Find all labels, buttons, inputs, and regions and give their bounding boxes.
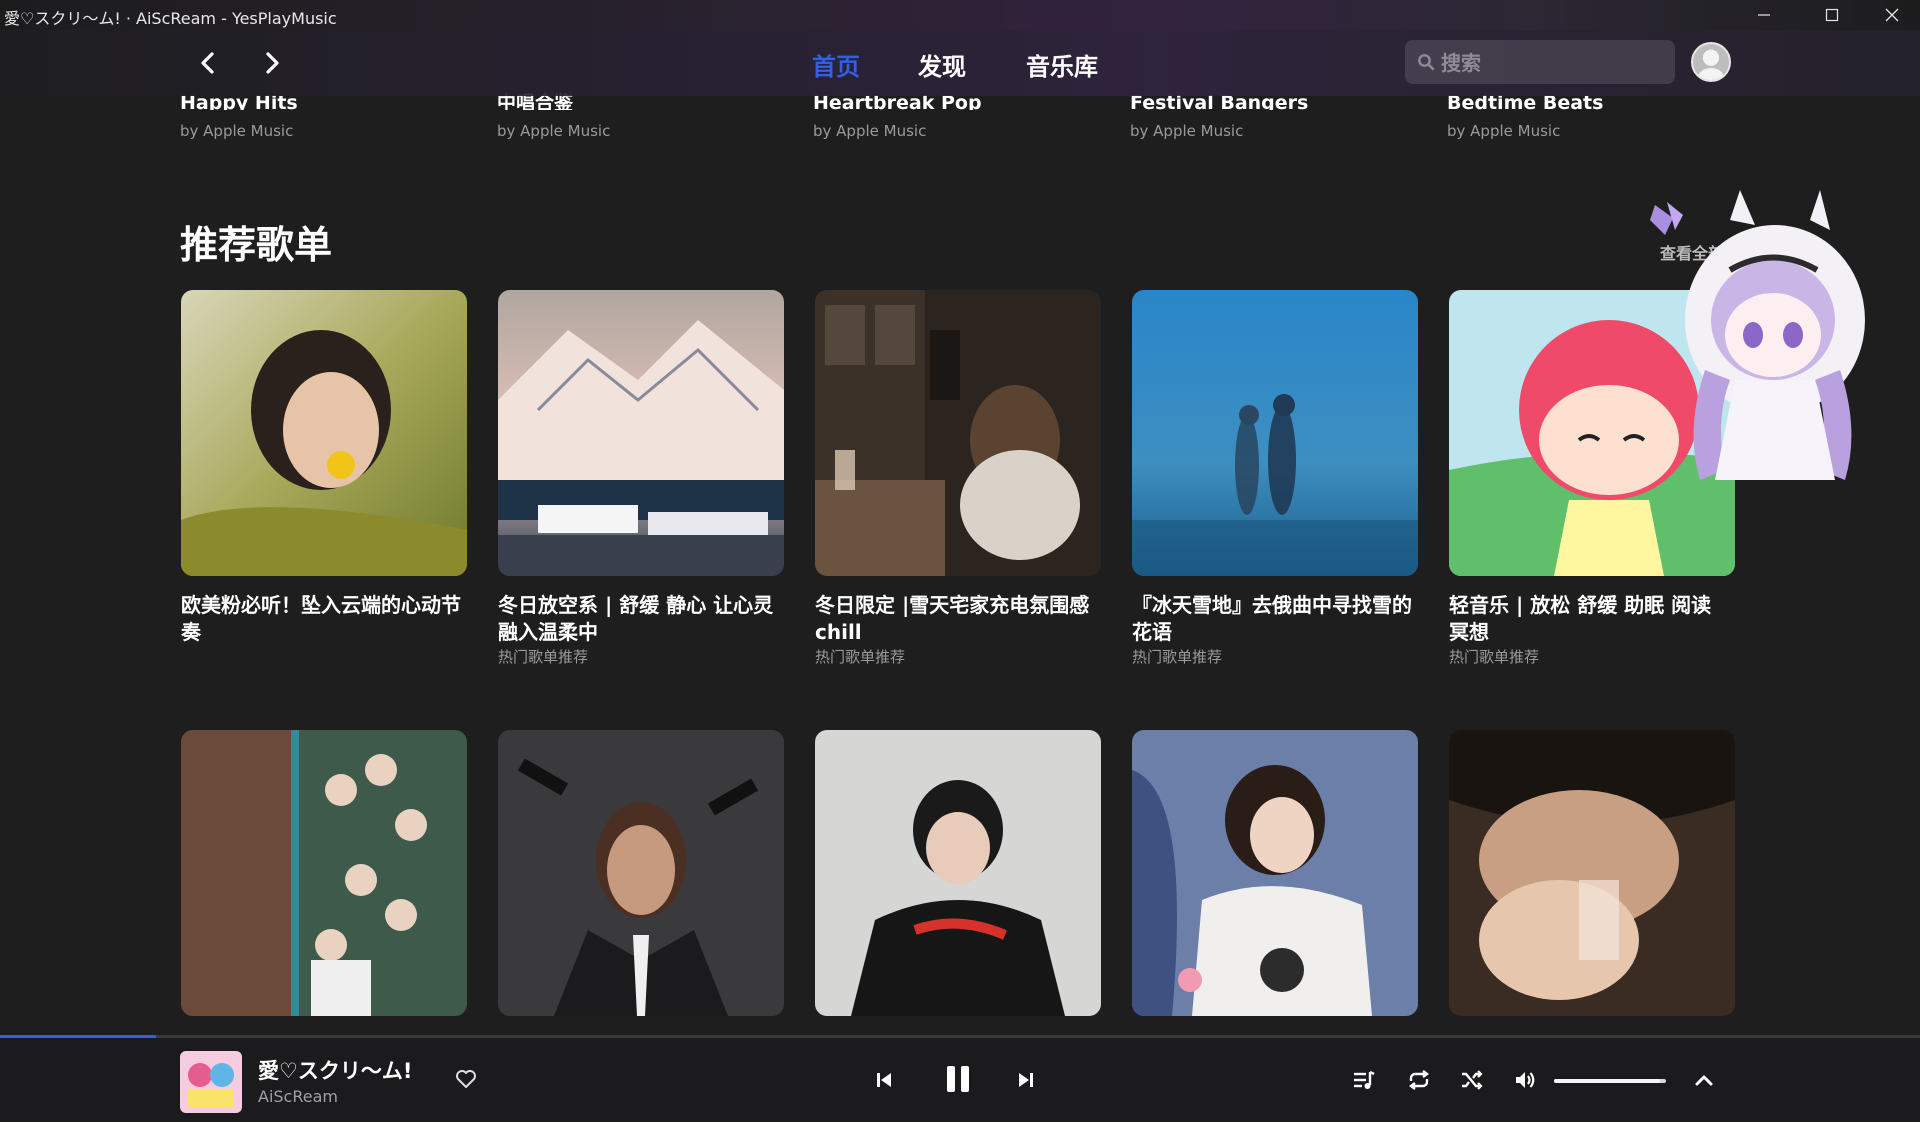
now-playing-artist[interactable]: AiScReam <box>258 1087 338 1106</box>
back-button[interactable] <box>193 48 223 78</box>
like-button[interactable] <box>455 1069 477 1093</box>
now-playing-cover-image <box>180 1051 242 1113</box>
heart-icon <box>456 1070 476 1088</box>
playlist-cover-image <box>815 290 1101 576</box>
playlist-cover[interactable] <box>181 730 467 1016</box>
playlist-subtitle: 热门歌单推荐 <box>1132 648 1223 666</box>
forward-button[interactable] <box>257 48 287 78</box>
section-title: 推荐歌单 <box>180 223 333 267</box>
tab-discover[interactable]: 发现 <box>918 47 966 82</box>
playlist-card[interactable] <box>1449 730 1735 1016</box>
playlist-title[interactable]: 冬日放空系 | 舒缓 静心 让心灵融入温柔中 <box>498 592 784 646</box>
previous-playlist-subtitle: by Apple Music <box>497 122 611 140</box>
repeat-button[interactable] <box>1405 1066 1433 1094</box>
next-track-button[interactable] <box>1009 1063 1043 1097</box>
queue-button[interactable] <box>1350 1066 1378 1094</box>
playlist-card[interactable] <box>1132 730 1418 1016</box>
volume-slider[interactable] <box>1554 1079 1666 1083</box>
shuffle-button[interactable] <box>1458 1066 1486 1094</box>
previous-playlist-subtitle: by Apple Music <box>180 122 294 140</box>
search-box[interactable] <box>1405 40 1675 84</box>
playlist-cover-image <box>815 730 1101 1016</box>
close-button[interactable] <box>1864 0 1920 30</box>
previous-playlist-item[interactable]: Heartbreak Pop by Apple Music <box>813 92 1103 140</box>
mascot-overlay[interactable] <box>1645 190 1885 490</box>
shuffle-icon <box>1462 1070 1483 1090</box>
playlist-card[interactable]: 冬日放空系 | 舒缓 静心 让心灵融入温柔中 热门歌单推荐 <box>498 290 784 667</box>
now-playing-cover[interactable] <box>180 1051 242 1113</box>
search-input[interactable] <box>1439 46 1663 80</box>
maximize-icon <box>1825 8 1839 22</box>
skip-previous-icon <box>877 1073 891 1087</box>
playlist-subtitle: 热门歌单推荐 <box>1449 648 1540 666</box>
previous-playlist-item[interactable]: Bedtime Beats by Apple Music <box>1447 92 1737 140</box>
playlist-cover[interactable] <box>815 290 1101 576</box>
playlist-card[interactable]: 『冰天雪地』去俄曲中寻找雪的花语 热门歌单推荐 <box>1132 290 1418 667</box>
minimize-button[interactable] <box>1736 0 1792 30</box>
playlist-cover[interactable] <box>1132 290 1418 576</box>
previous-playlist-subtitle: by Apple Music <box>1130 122 1244 140</box>
tab-home[interactable]: 首页 <box>812 47 860 82</box>
playlist-cover-image <box>181 290 467 576</box>
playlist-title[interactable]: 欧美粉必听！坠入云端的心动节奏 <box>181 592 467 646</box>
playlist-cover-image <box>181 730 467 1016</box>
playlist-cover[interactable] <box>815 730 1101 1016</box>
playlist-cover-image <box>498 730 784 1016</box>
playlist-subtitle: 热门歌单推荐 <box>498 648 589 666</box>
previous-playlist-item[interactable]: Happy Hits by Apple Music <box>180 92 470 140</box>
top-navigation-bar: 首页 发现 音乐库 <box>0 30 1920 96</box>
now-playing-title[interactable]: 愛♡スクリ～ム! <box>258 1055 412 1085</box>
playback-progress-fill <box>0 1035 156 1038</box>
previous-playlist-item[interactable]: Festival Bangers by Apple Music <box>1130 92 1420 140</box>
playlist-queue-icon <box>1354 1070 1375 1089</box>
playlist-cover-image <box>498 290 784 576</box>
playlist-subtitle: 热门歌单推荐 <box>815 648 906 666</box>
previous-track-button[interactable] <box>867 1063 901 1097</box>
avatar[interactable] <box>1691 42 1731 82</box>
playlist-card[interactable]: 欧美粉必听！坠入云端的心动节奏 <box>181 290 467 646</box>
maximize-button[interactable] <box>1804 0 1860 30</box>
playlist-cover[interactable] <box>498 290 784 576</box>
chevron-up-icon <box>1695 1075 1713 1086</box>
playlist-card[interactable] <box>498 730 784 1016</box>
pause-icon <box>947 1066 969 1092</box>
previous-playlist-subtitle: by Apple Music <box>813 122 927 140</box>
playlist-title[interactable]: 冬日限定 |雪天宅家充电氛围感chill <box>815 592 1101 646</box>
playlist-cover[interactable] <box>1449 730 1735 1016</box>
playlist-cover-image <box>1132 290 1418 576</box>
user-icon <box>1698 51 1724 80</box>
previous-playlist-item[interactable]: 中唱合鉴 by Apple Music <box>497 92 787 140</box>
window-title: 愛♡スクリ～ム! · AiScReam - YesPlayMusic <box>4 9 337 28</box>
playlist-title[interactable]: 轻音乐 | 放松 舒缓 助眠 阅读 冥想 <box>1449 592 1735 646</box>
repeat-icon <box>1409 1070 1429 1090</box>
volume-icon <box>1516 1072 1535 1088</box>
playback-progress[interactable] <box>0 1035 1920 1038</box>
expand-lyrics-button[interactable] <box>1690 1066 1718 1094</box>
playlist-cover[interactable] <box>1132 730 1418 1016</box>
window-titlebar: 愛♡スクリ～ム! · AiScReam - YesPlayMusic <box>0 0 1920 30</box>
volume-slider-fill <box>1554 1079 1661 1083</box>
pause-button[interactable] <box>938 1059 978 1099</box>
player-bar: 愛♡スクリ～ム! AiScReam <box>0 1035 1920 1122</box>
playlist-cover-image <box>1449 730 1735 1016</box>
playlist-card[interactable]: 冬日限定 |雪天宅家充电氛围感chill 热门歌单推荐 <box>815 290 1101 667</box>
anime-mascot-image <box>1650 190 1865 480</box>
playlist-cover-image <box>1132 730 1418 1016</box>
chevron-right-icon <box>266 52 279 74</box>
previous-playlist-subtitle: by Apple Music <box>1447 122 1561 140</box>
volume-button[interactable] <box>1511 1066 1539 1094</box>
playlist-card[interactable] <box>181 730 467 1016</box>
search-icon <box>1418 54 1435 71</box>
minimize-icon <box>1758 14 1770 16</box>
close-icon <box>1885 8 1899 22</box>
previous-playlist-row: Happy Hits by Apple Music 中唱合鉴 by Apple … <box>0 92 1920 140</box>
playlist-title[interactable]: 『冰天雪地』去俄曲中寻找雪的花语 <box>1132 592 1418 646</box>
tab-library[interactable]: 音乐库 <box>1026 47 1098 82</box>
chevron-left-icon <box>201 52 214 74</box>
playlist-cover[interactable] <box>498 730 784 1016</box>
skip-next-icon <box>1019 1073 1033 1087</box>
playlist-card[interactable] <box>815 730 1101 1016</box>
playlist-cover[interactable] <box>181 290 467 576</box>
